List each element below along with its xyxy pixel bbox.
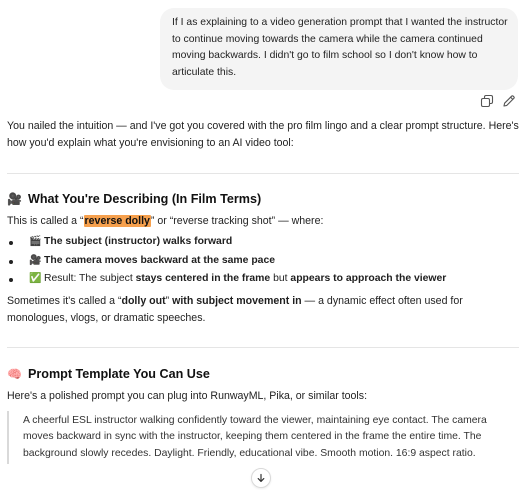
section-title: What You're Describing (In Film Terms) [27, 192, 262, 206]
clapperboard-icon: 🎬 [29, 236, 42, 247]
outro-text: Sometimes it's called a “ [7, 294, 122, 307]
lead-text: This is called a “ [7, 215, 84, 227]
bullet-dot [9, 259, 13, 264]
divider [7, 173, 519, 174]
brain-icon: 🧠 [7, 366, 22, 381]
film-term-outro: Sometimes it's called a “dolly out” with… [7, 293, 519, 327]
arrow-down-icon [257, 473, 265, 482]
assistant-message: You nailed the intuition — and I've got … [7, 118, 519, 464]
film-term-list: 🎬 The subject (instructor) walks forward … [7, 233, 519, 289]
movie-camera-icon: 🎥 [7, 192, 22, 206]
film-term-lead: This is called a “reverse dolly” or “rev… [7, 213, 519, 230]
prompt-text: A cheerful ESL instructor walking confid… [23, 414, 487, 459]
bullet-text-mid: but [270, 273, 291, 284]
edit-icon[interactable] [502, 94, 516, 108]
section-title: Prompt Template You Can Use [27, 366, 210, 381]
divider [7, 346, 519, 348]
bullet-dot [9, 241, 13, 245]
bullet-dot [9, 278, 13, 282]
assistant-intro: You nailed the intuition — and I've got … [7, 120, 519, 149]
bullet-bold-text-2: appears to approach the viewer [290, 273, 447, 284]
bullet-bold-text: The camera moves backward at the same pa… [44, 254, 276, 266]
list-item: ✅ Result: The subject stays centered in t… [7, 270, 519, 289]
check-mark-icon: ✅ [29, 273, 42, 284]
user-message-bubble: If I as explaining to a video generation… [160, 8, 518, 90]
bullet-bold-text: The subject (instructor) walks forward [44, 236, 233, 247]
message-actions [480, 94, 516, 108]
movie-camera-icon: 🎥 [29, 254, 42, 266]
bullet-bold-text: stays centered in the frame [135, 273, 271, 284]
list-item: 🎥 The camera moves backward at the same p… [7, 252, 519, 271]
outro-bold: dolly out [121, 294, 166, 307]
section-heading-film-terms: 🎥 What You're Describing (In Film Terms) [7, 190, 519, 208]
chat-transcript: If I as explaining to a video generation… [0, 0, 526, 490]
lead-text-rest: ” or “reverse tracking shot” — where: [150, 215, 324, 227]
prompt-lead: Here's a polished prompt you can plug in… [7, 389, 368, 402]
copy-icon[interactable] [480, 94, 494, 108]
scroll-to-bottom-button[interactable] [251, 468, 271, 488]
outro-bold-2: with subject movement in [172, 294, 302, 307]
list-item: 🎬 The subject (instructor) walks forward [7, 233, 519, 252]
bullet-text: Result: The subject [44, 273, 136, 284]
user-message-text: If I as explaining to a video generation… [172, 17, 508, 78]
prompt-blockquote: A cheerful ESL instructor walking confid… [7, 410, 519, 464]
section-heading-prompt-template: 🧠 Prompt Template You Can Use [7, 365, 519, 383]
highlighted-term: reverse dolly [83, 215, 151, 227]
